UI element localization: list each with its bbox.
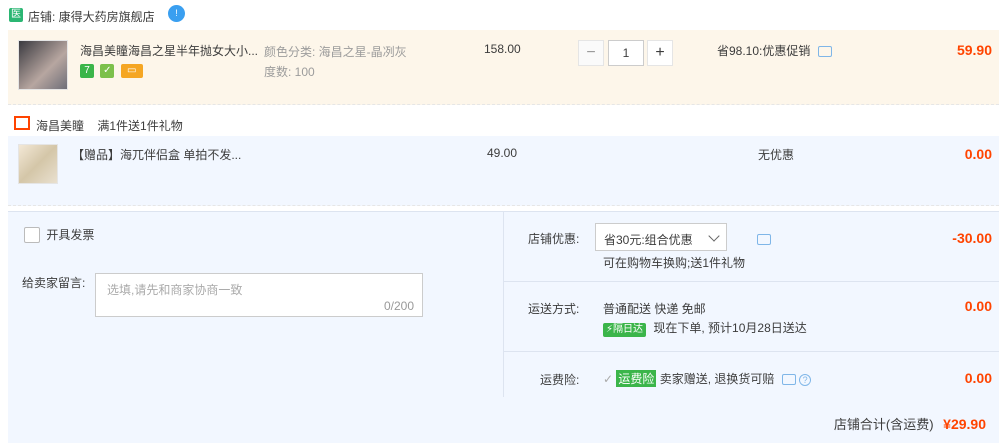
insurance-text: 卖家赠送, 退换货可赔 [659, 372, 775, 386]
gift-item-row: 【赠品】海兀伴侣盒 单拍不发... 49.00 无优惠 0.00 [8, 136, 999, 206]
product-thumbnail[interactable] [18, 40, 68, 90]
qty-minus-button[interactable]: − [578, 40, 604, 66]
qty-input[interactable]: 1 [608, 40, 644, 66]
shop-name-link[interactable]: 店铺: 康得大药房旗舰店 [28, 8, 155, 25]
chat-icon[interactable] [781, 374, 796, 386]
shop-discount-selected: 省30元:组合优惠 [604, 233, 693, 247]
sku-degree: 度数: 100 [264, 65, 315, 79]
invoice-checkbox[interactable] [24, 226, 40, 243]
gift-rule: 满1件送1件礼物 [97, 119, 183, 133]
shop-total: 店铺合计(含运费) ¥29.90 [834, 414, 986, 433]
divider [503, 351, 999, 352]
gift-promo: 无优惠 [758, 148, 795, 162]
service-tags: 7 ✓ ▭ [80, 62, 146, 78]
seven-day-return-icon: 7 [80, 64, 94, 78]
gift-thumbnail[interactable] [18, 144, 58, 184]
credit-card-icon: ▭ [120, 64, 143, 78]
gift-title-link[interactable]: 【赠品】海兀伴侣盒 单拍不发... [72, 146, 254, 163]
seller-message-input[interactable]: 选填,请先和商家协商一致 0/200 [95, 273, 423, 317]
gift-brand: 海昌美瞳 [36, 119, 85, 133]
shop-discount-select[interactable]: 省30元:组合优惠 [595, 223, 727, 251]
quantity-stepper: − 1 + [578, 40, 673, 66]
insurance-amount: 0.00 [964, 370, 992, 386]
help-icon[interactable]: ? [799, 373, 812, 386]
shop-total-bar: 店铺合计(含运费) ¥29.90 [8, 397, 999, 443]
shop-total-amount: ¥29.90 [943, 416, 986, 432]
divider [503, 281, 999, 282]
message-counter: 0/200 [383, 299, 414, 313]
sku-info: 颜色分类: 海昌之星-晶冽灰 度数: 100 [264, 42, 407, 82]
shop-total-label: 店铺合计(含运费) [833, 417, 934, 432]
message-placeholder: 选填,请先和商家协商一致 [107, 283, 243, 297]
gift-section-header: 海昌美瞳 满1件送1件礼物 [8, 106, 999, 136]
shipping-label: 运送方式: [528, 302, 580, 316]
insurance-badge: 运费险 [616, 370, 657, 387]
pharmacy-badge-icon: 医 [9, 8, 23, 22]
qty-plus-button[interactable]: + [647, 40, 673, 66]
gift-unit-price: 49.00 [487, 146, 518, 160]
chat-icon[interactable] [757, 234, 771, 246]
shop-header: 医 店铺: 康得大药房旗舰店 ! [0, 0, 1007, 30]
message-label: 给卖家留言: [22, 276, 86, 290]
order-options-panel: 开具发票 给卖家留言: 选填,请先和商家协商一致 0/200 店铺优惠: 省30… [8, 211, 999, 398]
guarantee-icon: ✓ [100, 64, 115, 78]
gift-subtotal: 0.00 [964, 146, 992, 162]
insurance-option: ✓ 运费险 卖家赠送, 退换货可赔 ? [603, 370, 812, 387]
shipping-eta-line: ⚡隔日达 现在下单, 预计10月28日送达 [603, 319, 807, 337]
sku-color: 颜色分类: 海昌之星-晶冽灰 [264, 45, 407, 59]
shipping-eta: 现在下单, 预计10月28日送达 [653, 321, 807, 335]
chevron-down-icon [708, 230, 720, 242]
promo-text: 省98.10:优惠促销 [717, 44, 811, 58]
cart-item-row: 海昌美瞳海昌之星半年抛女大小... 7 ✓ ▭ 颜色分类: 海昌之星-晶冽灰 度… [8, 30, 999, 105]
shipping-amount: 0.00 [964, 298, 992, 314]
promo-info: 省98.10:优惠促销 [717, 42, 832, 59]
gift-promo-text: 海昌美瞳 满1件送1件礼物 [36, 117, 183, 134]
insurance-label: 运费险: [540, 373, 580, 387]
shop-discount-amount: -30.00 [952, 230, 992, 246]
unit-price: 158.00 [484, 42, 521, 56]
chat-icon[interactable] [817, 46, 832, 58]
product-title-link[interactable]: 海昌美瞳海昌之星半年抛女大小... [80, 42, 262, 59]
insurance-check-icon: ✓ [603, 372, 614, 386]
divider [503, 212, 504, 398]
invoice-label: 开具发票 [46, 228, 95, 242]
invoice-option[interactable]: 开具发票 [24, 226, 94, 243]
next-day-badge: ⚡隔日达 [603, 323, 647, 337]
shop-discount-label: 店铺优惠: [528, 232, 580, 246]
wangwang-chat-icon[interactable]: ! [168, 5, 185, 22]
shop-discount-note: 可在购物车换购;送1件礼物 [603, 256, 746, 270]
item-subtotal: 59.90 [956, 42, 992, 58]
shipping-method: 普通配送 快递 免邮 [603, 302, 706, 316]
gift-icon [14, 116, 30, 130]
